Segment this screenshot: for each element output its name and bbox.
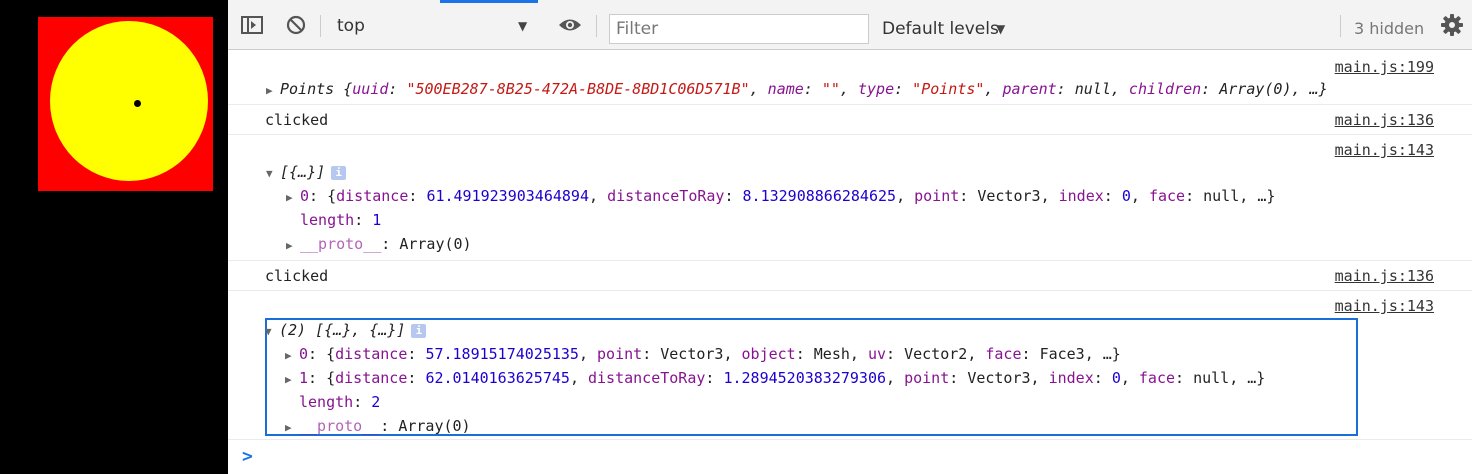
caret-down-icon[interactable]: ▼: [518, 14, 527, 38]
toolbar-divider: [320, 15, 321, 37]
sidebar-toggle-icon[interactable]: [240, 13, 264, 37]
clear-console-icon[interactable]: [284, 13, 308, 37]
array-length: length: 2: [299, 393, 381, 411]
expand-triangle-icon[interactable]: ▶: [286, 189, 300, 207]
source-link[interactable]: main.js:143: [1335, 141, 1434, 159]
array-proto[interactable]: ▶ __proto__: Array(0): [286, 235, 472, 255]
array-item-0[interactable]: ▶ 0: {distance: 57.18915174025135, point:…: [285, 345, 1121, 365]
expand-triangle-icon[interactable]: ▶: [285, 347, 299, 365]
source-link[interactable]: main.js:136: [1335, 267, 1434, 285]
toolbar-divider: [596, 15, 597, 37]
array-header[interactable]: ▼ (2) [{…}, {…}] i: [265, 321, 427, 341]
array-proto[interactable]: ▶ __proto__: Array(0): [285, 417, 471, 437]
log-text: clicked: [265, 111, 329, 129]
eye-icon[interactable]: [558, 13, 582, 37]
expand-triangle-icon[interactable]: ▶: [266, 82, 280, 100]
expand-triangle-icon[interactable]: ▶: [285, 419, 299, 437]
console-toolbar: top ▼ Default levels ▼ 3 hidden: [228, 0, 1472, 50]
console-message: main.js:199 ▶ Points {uuid: "500EB287-8B2…: [228, 50, 1472, 105]
devtools-console-panel: top ▼ Default levels ▼ 3 hidden: [228, 0, 1472, 474]
console-message: clicked main.js:136: [228, 261, 1472, 291]
log-text: clicked: [265, 267, 329, 285]
expand-triangle-icon[interactable]: ▶: [286, 237, 300, 255]
info-icon[interactable]: i: [411, 324, 427, 338]
source-link[interactable]: main.js:199: [1335, 58, 1434, 76]
console-prompt[interactable]: >: [242, 446, 253, 467]
red-square: [38, 17, 213, 191]
object-preview[interactable]: ▶ Points {uuid: "500EB287-8B25-472A-B8DE-…: [266, 80, 1328, 100]
collapse-triangle-icon[interactable]: ▼: [265, 323, 279, 341]
render-canvas[interactable]: [0, 0, 228, 474]
array-length: length: 1: [300, 211, 382, 229]
active-tab-indicator: [440, 0, 538, 3]
hidden-count-label: 3 hidden: [1354, 19, 1425, 38]
black-point: [134, 100, 141, 107]
collapse-triangle-icon[interactable]: ▼: [266, 165, 280, 183]
yellow-circle: [50, 21, 208, 181]
context-selector[interactable]: top: [328, 14, 536, 38]
caret-down-icon[interactable]: ▼: [996, 14, 1005, 44]
source-link[interactable]: main.js:136: [1335, 111, 1434, 129]
toolbar-divider: [1340, 15, 1341, 37]
console-message: clicked main.js:136: [228, 105, 1472, 135]
array-header[interactable]: ▼ [{…}] i: [266, 163, 347, 183]
log-levels-dropdown[interactable]: Default levels: [882, 14, 999, 44]
filter-input[interactable]: [609, 14, 869, 44]
expand-triangle-icon[interactable]: ▶: [285, 371, 299, 389]
info-icon[interactable]: i: [331, 166, 347, 180]
array-item-0[interactable]: ▶ 0: {distance: 61.491923903464894, dista…: [286, 187, 1275, 207]
highlighted-array-output: ▼ (2) [{…}, {…}] i ▶ 0: {distance: 57.18915…: [265, 318, 1358, 436]
console-message: main.js:143 ▼ [{…}] i ▶ 0: {distance: 61.49…: [228, 135, 1472, 261]
source-link[interactable]: main.js:143: [1335, 297, 1434, 315]
console-messages: main.js:199 ▶ Points {uuid: "500EB287-8B2…: [228, 50, 1472, 474]
gear-icon[interactable]: [1440, 13, 1464, 37]
array-item-1[interactable]: ▶ 1: {distance: 62.0140163625745, distanc…: [285, 369, 1265, 389]
